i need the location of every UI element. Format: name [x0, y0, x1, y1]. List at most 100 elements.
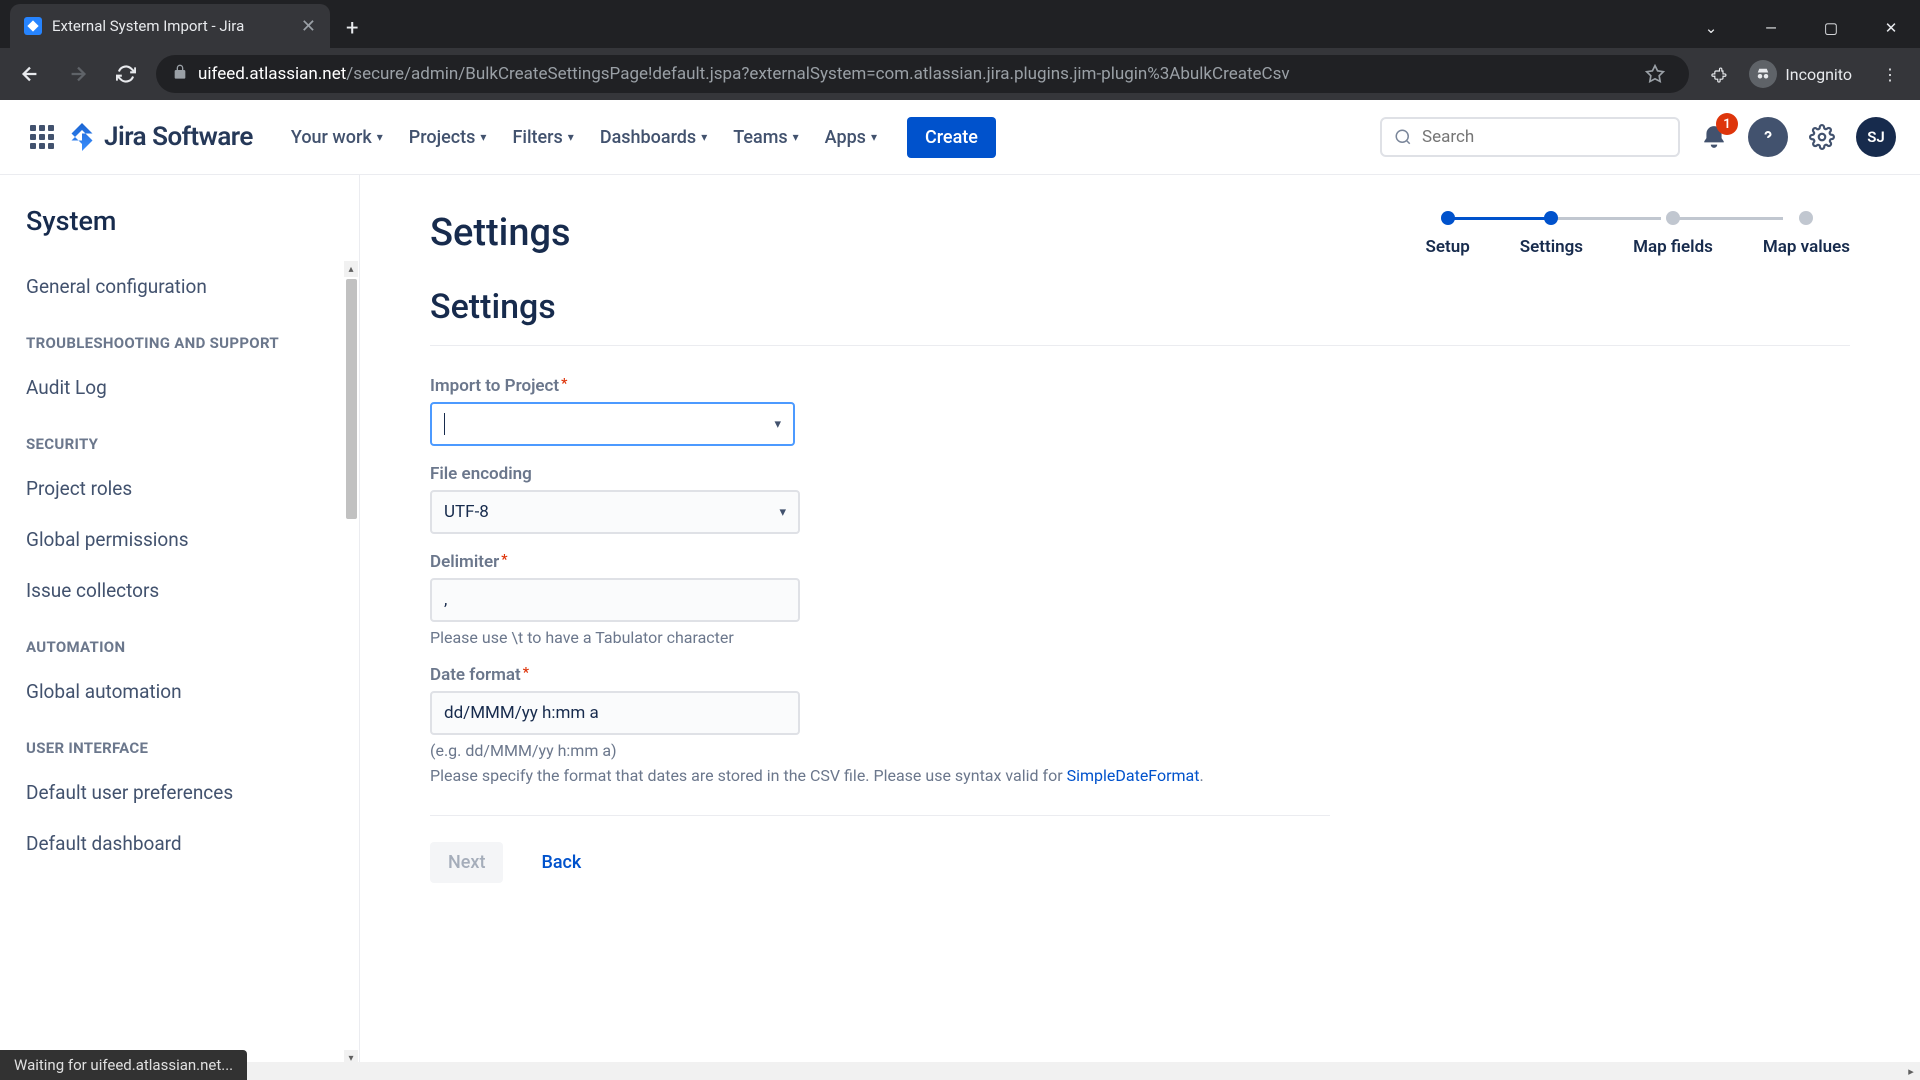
- browser-menu-icon[interactable]: ⋮: [1872, 56, 1908, 92]
- sidebar-item-issue-collectors[interactable]: Issue collectors: [0, 565, 359, 616]
- primary-nav: Your work▾Projects▾Filters▾Dashboards▾Te…: [281, 119, 887, 156]
- step-label: Map values: [1763, 237, 1850, 257]
- file-encoding-label: File encoding: [430, 464, 1330, 484]
- sidebar-item-default-dashboard[interactable]: Default dashboard: [0, 818, 359, 869]
- sidebar-scrollbar[interactable]: ▴ ▾: [344, 261, 358, 1066]
- lock-icon: [172, 64, 188, 85]
- browser-tab[interactable]: External System Import - Jira ✕: [10, 4, 330, 48]
- step-setup: Setup: [1425, 211, 1469, 257]
- minimize-button[interactable]: —: [1742, 8, 1800, 48]
- user-avatar[interactable]: SJ: [1856, 117, 1896, 157]
- window-controls: ⌄ — ▢ ✕: [1682, 8, 1920, 48]
- sidebar-item-general-configuration[interactable]: General configuration: [0, 261, 359, 312]
- delimiter-input[interactable]: [444, 590, 786, 610]
- step-dot: [1544, 211, 1558, 225]
- app-switcher-icon[interactable]: [24, 119, 60, 155]
- file-encoding-value: UTF-8: [444, 502, 489, 522]
- sidebar-item-global-automation[interactable]: Global automation: [0, 666, 359, 717]
- sidebar-section: TROUBLESHOOTING AND SUPPORT: [0, 312, 359, 362]
- step-dot: [1666, 211, 1680, 225]
- close-window-button[interactable]: ✕: [1862, 8, 1920, 48]
- divider: [430, 345, 1850, 346]
- date-format-input-wrapper: [430, 691, 800, 735]
- browser-status-bar: Waiting for uifeed.atlassian.net...: [0, 1050, 247, 1080]
- wizard-stepper: Setup Settings Map fields Map values: [1425, 211, 1850, 257]
- date-format-example: (e.g. dd/MMM/yy h:mm a): [430, 741, 1330, 760]
- extensions-icon[interactable]: [1701, 56, 1737, 92]
- url-text: uifeed.atlassian.net/secure/admin/BulkCr…: [198, 64, 1627, 84]
- section-title: Settings: [430, 287, 1850, 327]
- notification-badge: 1: [1716, 113, 1738, 135]
- incognito-label: Incognito: [1785, 65, 1852, 84]
- close-tab-icon[interactable]: ✕: [301, 16, 316, 37]
- sidebar-title: System: [0, 205, 359, 261]
- horizontal-scrollbar[interactable]: ◂ ▸: [0, 1062, 1920, 1080]
- notifications-button[interactable]: 1: [1694, 117, 1734, 157]
- step-label: Map fields: [1633, 237, 1713, 257]
- step-label: Setup: [1425, 237, 1469, 257]
- tab-title: External System Import - Jira: [52, 17, 291, 35]
- browser-toolbar: uifeed.atlassian.net/secure/admin/BulkCr…: [0, 48, 1920, 100]
- scroll-up-icon[interactable]: ▴: [344, 261, 358, 277]
- nav-item-dashboards[interactable]: Dashboards▾: [590, 119, 717, 156]
- nav-item-teams[interactable]: Teams▾: [723, 119, 808, 156]
- sidebar-item-default-user-preferences[interactable]: Default user preferences: [0, 767, 359, 818]
- incognito-icon: [1749, 60, 1777, 88]
- search-icon: [1394, 128, 1412, 146]
- nav-item-your-work[interactable]: Your work▾: [281, 119, 393, 156]
- chevron-down-icon: ▾: [871, 130, 877, 144]
- chevron-down-icon: ▾: [377, 130, 383, 144]
- new-tab-button[interactable]: +: [330, 8, 374, 48]
- back-button[interactable]: [12, 56, 48, 92]
- step-label: Settings: [1520, 237, 1583, 257]
- sidebar-section: USER INTERFACE: [0, 717, 359, 767]
- sidebar-item-global-permissions[interactable]: Global permissions: [0, 514, 359, 565]
- step-dot: [1799, 211, 1813, 225]
- reload-button[interactable]: [108, 56, 144, 92]
- scroll-thumb[interactable]: [346, 279, 357, 519]
- back-button[interactable]: Back: [523, 842, 599, 883]
- main-content: Settings Setup Settings Map fields Map valu…: [360, 175, 1920, 1080]
- date-format-label: Date format*: [430, 665, 1330, 685]
- jira-app: Jira Software Your work▾Projects▾Filters…: [0, 100, 1920, 1080]
- chevron-down-icon: ▾: [779, 505, 786, 520]
- maximize-button[interactable]: ▢: [1802, 8, 1860, 48]
- search-input[interactable]: [1422, 127, 1666, 147]
- jira-logo[interactable]: Jira Software: [68, 122, 253, 152]
- help-button[interactable]: [1748, 117, 1788, 157]
- chevron-down-icon: ▾: [793, 130, 799, 144]
- scroll-right-icon[interactable]: ▸: [1902, 1062, 1920, 1080]
- simpledateformat-link[interactable]: SimpleDateFormat: [1067, 766, 1200, 785]
- next-button[interactable]: Next: [430, 842, 503, 883]
- file-encoding-select[interactable]: UTF-8 ▾: [430, 490, 800, 534]
- nav-item-apps[interactable]: Apps▾: [815, 119, 887, 156]
- chevron-down-icon: ▾: [480, 130, 486, 144]
- create-button[interactable]: Create: [907, 117, 996, 158]
- bookmark-icon[interactable]: [1637, 56, 1673, 92]
- nav-item-projects[interactable]: Projects▾: [399, 119, 497, 156]
- sidebar-section: AUTOMATION: [0, 616, 359, 666]
- browser-tab-strip: External System Import - Jira ✕ + ⌄ — ▢ …: [0, 0, 1920, 48]
- date-format-input[interactable]: [444, 703, 786, 723]
- settings-button[interactable]: [1802, 117, 1842, 157]
- import-project-select[interactable]: ▾: [430, 402, 795, 446]
- sidebar-item-project-roles[interactable]: Project roles: [0, 463, 359, 514]
- tabs-dropdown-icon[interactable]: ⌄: [1682, 8, 1740, 48]
- nav-item-filters[interactable]: Filters▾: [502, 119, 583, 156]
- address-bar[interactable]: uifeed.atlassian.net/secure/admin/BulkCr…: [156, 55, 1689, 93]
- jira-logo-icon: [68, 123, 96, 151]
- search-box[interactable]: [1380, 117, 1680, 157]
- forward-button[interactable]: [60, 56, 96, 92]
- incognito-indicator[interactable]: Incognito: [1749, 60, 1860, 88]
- chevron-down-icon: ▾: [701, 130, 707, 144]
- date-format-help: Please specify the format that dates are…: [430, 766, 1330, 785]
- delimiter-label: Delimiter*: [430, 552, 1330, 572]
- jira-favicon: [24, 17, 42, 35]
- delimiter-input-wrapper: [430, 578, 800, 622]
- jira-logo-text: Jira Software: [104, 122, 253, 152]
- chevron-down-icon: ▾: [774, 417, 781, 432]
- sidebar-item-audit-log[interactable]: Audit Log: [0, 362, 359, 413]
- admin-sidebar: System General configurationTROUBLESHOOT…: [0, 175, 360, 1080]
- jira-header: Jira Software Your work▾Projects▾Filters…: [0, 100, 1920, 175]
- page-title: Settings: [430, 211, 571, 255]
